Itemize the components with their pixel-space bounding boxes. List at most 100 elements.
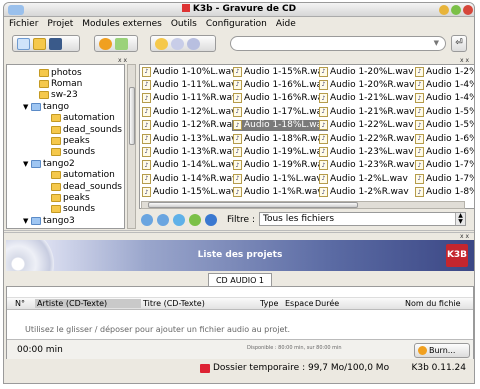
col-title[interactable]: Titre (CD-Texte) <box>143 299 205 308</box>
chevron-down-icon[interactable]: ▼ <box>434 39 439 47</box>
home-icon[interactable] <box>205 213 217 226</box>
tree-item[interactable]: Roman <box>31 78 82 89</box>
file-item[interactable]: ♪ Audio 1-20%R.wav <box>318 79 414 90</box>
close-icon[interactable] <box>463 5 473 15</box>
file-item[interactable]: ♪ Audio 1-13%L.wav <box>141 133 237 144</box>
menu-configuration[interactable]: Configuration <box>206 19 267 29</box>
minimize-icon[interactable] <box>439 5 449 15</box>
file-item[interactable]: ♪Audio 1-6%L <box>414 133 474 144</box>
file-item[interactable]: ♪ Audio 1-21%L.wav <box>318 93 414 104</box>
col-filename[interactable]: Nom du fichie <box>405 299 473 308</box>
tree-scroll-thumb[interactable] <box>129 87 135 145</box>
up-icon[interactable] <box>173 213 185 226</box>
menu-aide[interactable]: Aide <box>276 19 296 29</box>
file-item[interactable]: ♪ Audio 1-1%R.wav <box>232 187 323 198</box>
format-cd-icon[interactable] <box>187 37 200 50</box>
tree-item[interactable]: sounds <box>43 147 95 158</box>
copy-cd-icon[interactable] <box>155 37 168 50</box>
file-item[interactable]: ♪ Audio 1-11%R.wav <box>141 93 237 104</box>
file-item[interactable]: ♪ Audio 1-16%R.wav <box>232 93 328 104</box>
new-project-icon[interactable] <box>17 37 30 50</box>
menu-outils[interactable]: Outils <box>171 19 197 29</box>
tree-item[interactable]: sounds <box>43 204 95 215</box>
file-item[interactable]: ♪Audio 1-2%R <box>414 66 474 77</box>
location-combo[interactable]: ▼ <box>230 36 446 51</box>
file-scroll-thumb[interactable] <box>148 202 358 208</box>
file-item[interactable]: ♪ Audio 1-15%L.wav <box>141 187 237 198</box>
expand-arrow-icon[interactable]: ▼ <box>23 160 29 168</box>
file-item[interactable]: ♪ Audio 1-14%R.wav <box>141 173 237 184</box>
file-item[interactable]: ♪Audio 1-4%R <box>414 93 474 104</box>
file-item[interactable]: ♪Audio 1-7%R <box>414 173 474 184</box>
open-folder-icon[interactable] <box>33 37 46 50</box>
tree-item[interactable]: ▼ tango3 <box>23 215 75 226</box>
tree-item[interactable]: automation <box>43 113 115 124</box>
tree-item[interactable]: dead_sounds <box>43 124 122 135</box>
file-item[interactable]: ♪ Audio 1-16%L.wav <box>232 79 328 90</box>
file-item[interactable]: ♪Audio 1-8%L <box>414 187 474 198</box>
file-item[interactable]: ♪ Audio 1-12%L.wav <box>141 106 237 117</box>
tree-item[interactable]: peaks <box>43 192 90 203</box>
file-item[interactable]: ♪Audio 1-5%R <box>414 120 474 131</box>
file-item[interactable]: ♪ Audio 1-11%L.wav <box>141 79 237 90</box>
menu-fichier[interactable]: Fichier <box>9 19 38 29</box>
menu-modules-externes[interactable]: Modules externes <box>82 19 162 29</box>
burn-disc-icon[interactable] <box>99 37 112 50</box>
col-type[interactable]: Type <box>260 299 278 308</box>
splitter[interactable] <box>4 230 474 233</box>
col-duration[interactable]: Durée <box>315 299 339 308</box>
file-item[interactable]: ♪Audio 1-5%L <box>414 106 474 117</box>
file-item[interactable]: ♪ Audio 1-13%R.wav <box>141 146 237 157</box>
title-bar[interactable]: K3b - Gravure de CD <box>4 3 474 17</box>
projects-close-icon[interactable]: x x <box>460 233 469 240</box>
file-item[interactable]: ♪ Audio 1-22%L.wav <box>318 120 414 131</box>
file-item[interactable]: ♪ Audio 1-21%R.wav <box>318 106 414 117</box>
col-space[interactable]: Espace <box>285 299 313 308</box>
file-item[interactable]: ♪ Audio 1-2%R.wav <box>318 187 409 198</box>
col-number[interactable]: N° <box>15 299 25 308</box>
file-item[interactable]: ♪Audio 1-4%L <box>414 79 474 90</box>
maximize-icon[interactable] <box>451 5 461 15</box>
tree-item[interactable]: peaks <box>43 135 90 146</box>
edit-icon[interactable] <box>115 37 128 50</box>
expand-arrow-icon[interactable]: ▼ <box>23 103 29 111</box>
file-item[interactable]: ♪ Audio 1-23%R.wav <box>318 160 414 171</box>
burn-button[interactable]: Burn... <box>414 343 470 358</box>
file-item[interactable]: ♪ Audio 1-15%R.wav <box>232 66 328 77</box>
save-icon[interactable] <box>49 37 62 50</box>
file-item[interactable]: ♪ Audio 1-2%L.wav <box>318 173 408 184</box>
file-item[interactable]: ♪ Audio 1-14%L.wav <box>141 160 237 171</box>
file-item[interactable]: ♪ Audio 1-12%R.wav <box>141 120 237 131</box>
tree-item[interactable]: photos <box>31 67 82 78</box>
filter-spin-icon[interactable]: ▲ ▼ <box>455 213 465 225</box>
file-item[interactable]: ♪ Audio 1-23%L.wav <box>318 146 414 157</box>
file-item[interactable]: ♪ Audio 1-17%L.wav <box>232 106 328 117</box>
tree-scrollbar[interactable] <box>127 64 136 229</box>
file-item[interactable]: ♪ Audio 1-1%L.wav <box>232 173 322 184</box>
col-artist[interactable]: Artiste (CD-Texte) <box>35 299 141 308</box>
reload-icon[interactable] <box>189 213 201 226</box>
file-scrollbar[interactable] <box>141 201 465 209</box>
expand-arrow-icon[interactable]: ▼ <box>23 217 29 225</box>
file-item[interactable]: ♪Audio 1-7%L <box>414 160 474 171</box>
back-icon[interactable] <box>141 213 153 226</box>
tree-item[interactable]: ▼ tango <box>23 101 69 112</box>
file-pane-close-icon[interactable]: x x <box>460 57 469 64</box>
tree-item[interactable]: sw-23 <box>31 90 78 101</box>
file-item[interactable]: ♪Audio 1-6%R <box>414 146 474 157</box>
tree-item[interactable]: dead_sounds <box>43 181 122 192</box>
file-item[interactable]: ♪ Audio 1-10%L.wav <box>141 66 237 77</box>
file-item[interactable]: ♪ Audio 1-19%L.wav <box>232 146 328 157</box>
file-item[interactable]: ♪ Audio 1-20%L.wav <box>318 66 414 77</box>
file-item[interactable]: ♪ Audio 1-22%R.wav <box>318 133 414 144</box>
file-item[interactable]: ♪ Audio 1-18%L.wav <box>232 119 328 131</box>
clear-location-button[interactable]: ⏎ <box>451 35 467 52</box>
tree-item[interactable]: ▼ tango2 <box>23 158 75 169</box>
file-item[interactable]: ♪ Audio 1-18%R.wav <box>232 133 328 144</box>
filter-select[interactable]: Tous les fichiers ▲ ▼ <box>259 212 466 226</box>
pane-close-icon[interactable]: x x <box>118 57 127 64</box>
forward-icon[interactable] <box>157 213 169 226</box>
file-item[interactable]: ♪ Audio 1-19%R.wav <box>232 160 328 171</box>
tree-item[interactable]: automation <box>43 170 115 181</box>
menu-projet[interactable]: Projet <box>47 19 73 29</box>
